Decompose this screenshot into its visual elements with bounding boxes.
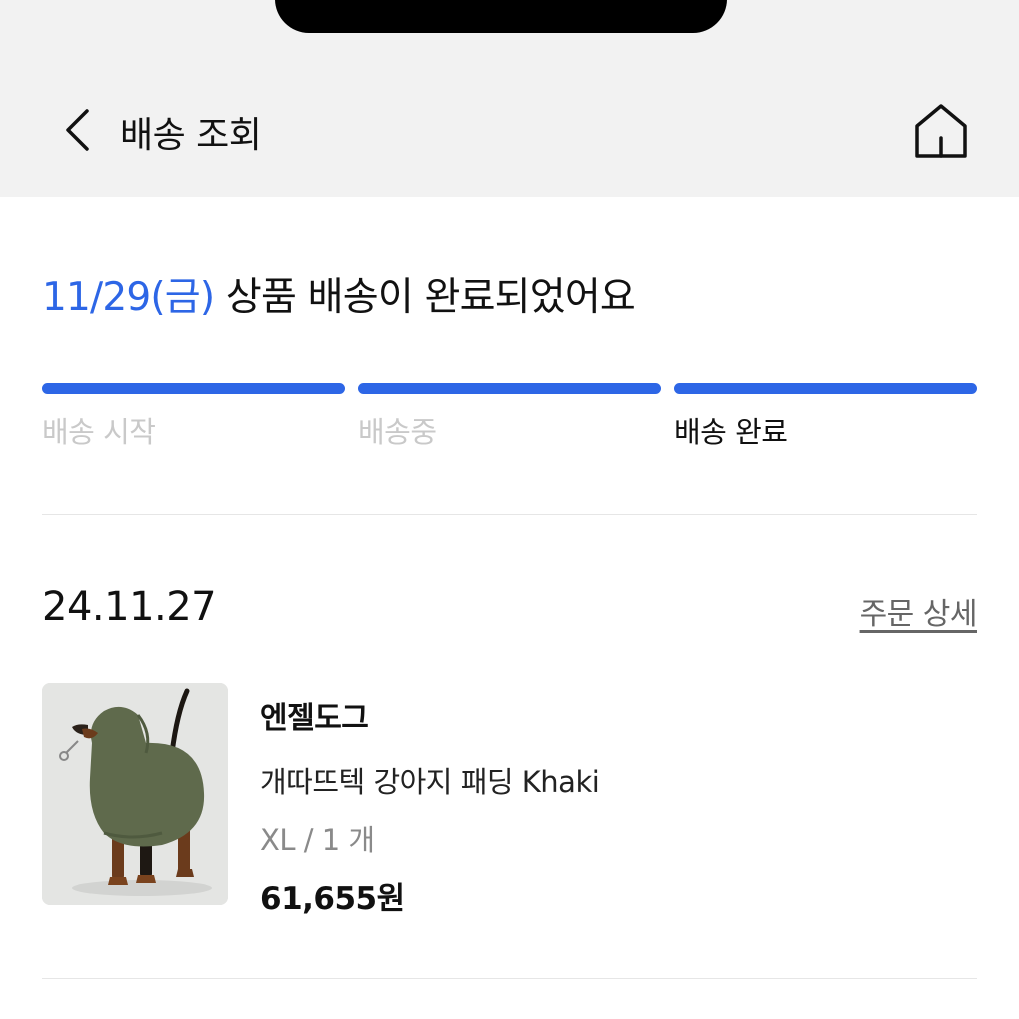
progress-bar-segment — [674, 383, 977, 394]
divider — [42, 514, 977, 515]
progress-step-delivered: 배송 완료 — [674, 383, 977, 451]
chevron-left-icon — [66, 109, 89, 151]
progress-bar-segment — [358, 383, 661, 394]
divider — [42, 978, 977, 979]
device-notch — [275, 0, 727, 33]
order-date: 24.11.27 — [42, 584, 217, 630]
product-image[interactable] — [42, 683, 228, 905]
product-option: XL / 1 개 — [260, 823, 375, 857]
progress-step-label: 배송중 — [358, 415, 437, 449]
progress-step-start: 배송 시작 — [42, 383, 345, 451]
product-brand: 엔젤도그 — [260, 701, 369, 736]
top-bar: 배송 조회 — [0, 0, 1019, 197]
product-price: 61,655원 — [260, 881, 405, 917]
product-name: 개따뜨텍 강아지 패딩 Khaki — [260, 765, 600, 799]
progress-step-label: 배송 시작 — [42, 415, 156, 449]
progress-step-in-transit: 배송중 — [358, 383, 661, 451]
back-button[interactable] — [52, 100, 102, 160]
product-info[interactable]: 엔젤도그 개따뜨텍 강아지 패딩 Khaki XL / 1 개 61,655원 — [260, 693, 600, 918]
delivery-status-headline: 11/29(금) 상품 배송이 완료되었어요 — [42, 266, 636, 322]
delivery-date: 11/29(금) — [42, 275, 215, 320]
order-detail-link[interactable]: 주문 상세 — [860, 589, 978, 633]
dog-photo — [42, 683, 228, 905]
delivery-progress: 배송 시작 배송중 배송 완료 — [42, 383, 977, 453]
progress-bar-segment — [42, 383, 345, 394]
home-button[interactable] — [906, 96, 976, 166]
delivery-message: 상품 배송이 완료되었어요 — [225, 275, 636, 320]
page-title: 배송 조회 — [120, 115, 262, 156]
home-icon — [915, 104, 967, 158]
progress-step-label: 배송 완료 — [674, 415, 788, 449]
